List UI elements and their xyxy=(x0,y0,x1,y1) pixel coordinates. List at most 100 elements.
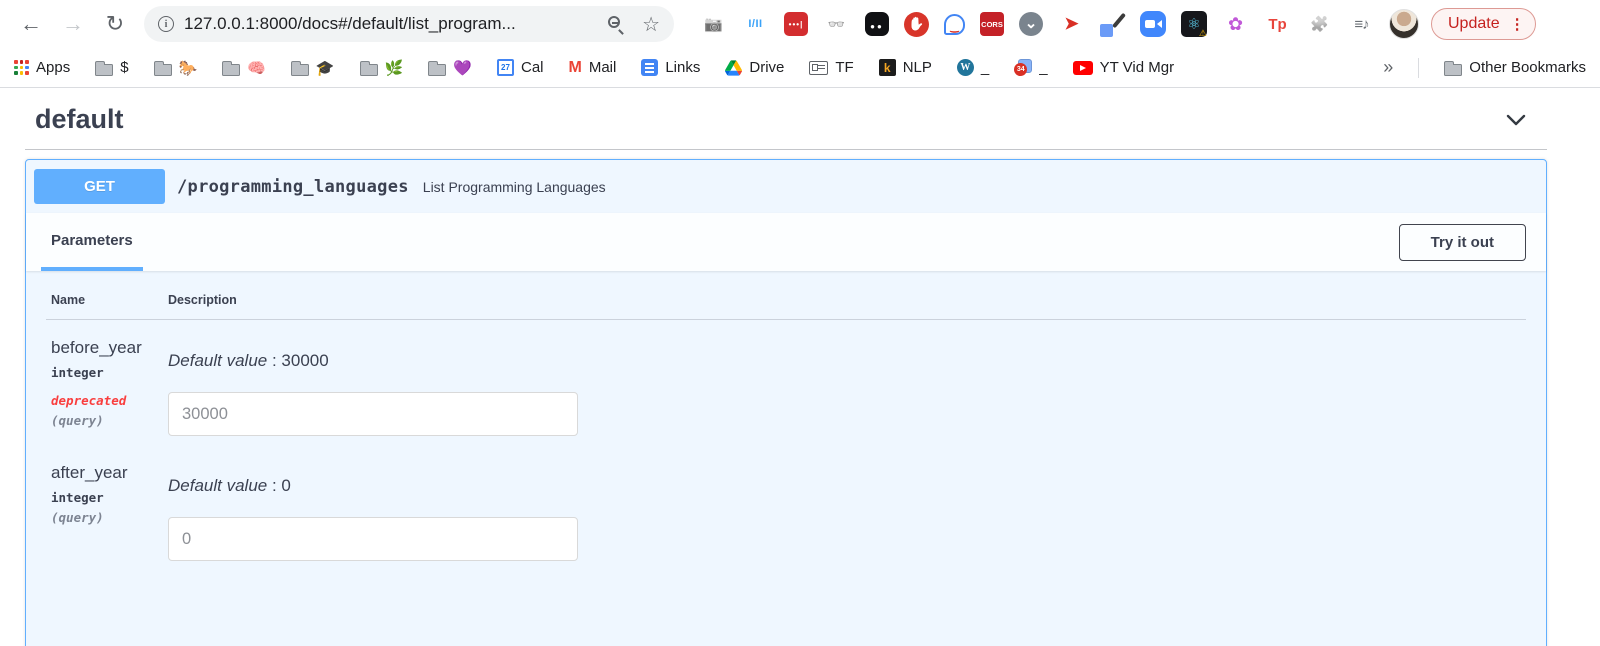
tab-parameters[interactable]: Parameters xyxy=(41,213,143,271)
parameters-table: Name Description before_year integer dep… xyxy=(26,271,1546,583)
bookmark-folder-herb[interactable]: 🌿 xyxy=(360,59,404,77)
bookmarks-bar: Apps $ 🐎 🧠 🎓 🌿 💜 27 Cal M Mail Links Dri… xyxy=(0,48,1600,88)
bookmark-label: TF xyxy=(835,59,853,76)
extensions-puzzle-icon[interactable]: 🧩 xyxy=(1306,11,1333,38)
apps-grid-icon xyxy=(14,60,29,75)
bookmark-label: YT Vid Mgr xyxy=(1100,59,1174,76)
share-arrow-icon[interactable]: ➤ xyxy=(1058,11,1085,38)
bookmark-label: $ xyxy=(120,59,128,76)
section-header-spacer xyxy=(143,213,1399,271)
bookmark-folder-horse[interactable]: 🐎 xyxy=(154,59,198,77)
table-header-row: Name Description xyxy=(46,293,1526,320)
bookmark-links[interactable]: Links xyxy=(641,59,700,76)
bookmark-apps[interactable]: Apps xyxy=(14,59,70,76)
bookmark-label: 💜 xyxy=(453,59,472,77)
before-year-input[interactable] xyxy=(168,392,578,436)
default-value-number: : 30000 xyxy=(267,351,328,370)
description-column-header: Description xyxy=(168,293,1526,307)
bookmark-label: _ xyxy=(981,59,989,76)
bookmark-label: NLP xyxy=(903,59,932,76)
profile-avatar[interactable] xyxy=(1389,9,1419,39)
password-manager-icon[interactable]: •••| xyxy=(784,12,808,36)
tp-icon[interactable]: Tp xyxy=(1264,11,1291,38)
other-bookmarks[interactable]: Other Bookmarks xyxy=(1444,59,1586,76)
react-devtools-icon[interactable]: ⚛ ⚠ xyxy=(1181,11,1207,37)
bookmark-folder-dollar[interactable]: $ xyxy=(95,59,128,76)
tag-section-header[interactable]: default xyxy=(25,88,1547,150)
back-icon[interactable]: ← xyxy=(14,7,48,41)
param-location: (query) xyxy=(51,510,168,525)
bookmark-label: _ xyxy=(1039,59,1047,76)
folder-icon xyxy=(428,64,446,76)
reload-icon[interactable]: ↻ xyxy=(98,7,132,41)
param-name-cell: after_year integer (query) xyxy=(46,463,168,561)
bookmark-folder-heart[interactable]: 💜 xyxy=(428,59,472,77)
chevron-down-icon[interactable] xyxy=(1505,109,1527,131)
bookmark-cal34[interactable]: 34 _ xyxy=(1014,59,1047,76)
after-year-input[interactable] xyxy=(168,517,578,561)
cors-unblock-icon[interactable]: CORS xyxy=(980,12,1004,36)
site-info-icon[interactable]: i xyxy=(158,16,174,32)
glasses-icon[interactable]: 👓 xyxy=(823,11,850,38)
bookmark-label: 🐎 xyxy=(179,59,198,77)
zoom-level-icon[interactable] xyxy=(606,14,626,34)
bookmark-nlp[interactable]: k NLP xyxy=(879,59,932,76)
forward-icon[interactable]: → xyxy=(56,7,90,41)
links-list-icon xyxy=(641,59,658,76)
default-value-line: Default value : 30000 xyxy=(168,351,1526,371)
try-it-out-button[interactable]: Try it out xyxy=(1399,224,1526,261)
parameters-section-header: Parameters Try it out xyxy=(26,213,1546,271)
param-name-cell: before_year integer deprecated (query) xyxy=(46,338,168,436)
zoom-meeting-icon[interactable] xyxy=(1140,11,1166,37)
dark-reader-icon[interactable]: ●● xyxy=(865,12,889,36)
browser-menu-dots-icon[interactable]: ⋮ xyxy=(1510,15,1525,33)
bookmark-tf[interactable]: TF xyxy=(809,59,853,76)
param-name: before_year xyxy=(51,338,168,358)
bookmark-label: Mail xyxy=(589,59,617,76)
default-value-label: Default value xyxy=(168,351,267,370)
flower-icon[interactable]: ✿ xyxy=(1222,11,1249,38)
folder-icon xyxy=(95,64,113,76)
param-name: after_year xyxy=(51,463,168,483)
name-column-header: Name xyxy=(46,293,168,307)
other-bookmarks-label: Other Bookmarks xyxy=(1469,59,1586,76)
folder-icon xyxy=(154,64,172,76)
stop-hand-blocker-icon[interactable]: ✋ xyxy=(904,12,929,37)
wayback-machine-icon[interactable]: I/II xyxy=(742,11,769,38)
bookmark-mail[interactable]: M Mail xyxy=(569,59,617,77)
screenshot-tool-icon[interactable]: 📷 xyxy=(700,11,727,38)
param-type: integer xyxy=(51,490,168,505)
bookmarks-divider xyxy=(1418,58,1419,78)
badge-34: 34 xyxy=(1014,63,1027,76)
swagger-docs-page: default GET /programming_languages List … xyxy=(0,88,1600,646)
pocket-icon[interactable]: ⌄ xyxy=(1019,12,1043,36)
bookmark-label: Links xyxy=(665,59,700,76)
bookmark-folder-brain[interactable]: 🧠 xyxy=(222,59,266,77)
hand-glyph: ✋ xyxy=(908,16,924,32)
default-value-label: Default value xyxy=(168,476,267,495)
param-deprecated-flag: deprecated xyxy=(51,393,168,408)
bookmark-drive[interactable]: Drive xyxy=(725,59,784,76)
update-button[interactable]: Update ⋮ xyxy=(1431,8,1536,40)
wordpress-icon: W xyxy=(957,59,974,76)
update-label: Update xyxy=(1448,15,1500,33)
bookmark-star-icon[interactable]: ☆ xyxy=(642,12,660,37)
folder-icon xyxy=(291,64,309,76)
bookmark-wordpress[interactable]: W _ xyxy=(957,59,989,76)
endpoint-path: /programming_languages xyxy=(165,177,421,197)
endpoint-summary: List Programming Languages xyxy=(421,179,606,195)
address-bar[interactable]: i 127.0.0.1:8000/docs#/default/list_prog… xyxy=(144,6,674,42)
playlist-queue-icon[interactable]: ≡♪ xyxy=(1348,11,1375,38)
param-location: (query) xyxy=(51,413,168,428)
calendar-34-icon: 34 xyxy=(1014,59,1032,76)
bookmark-yt-vid-mgr[interactable]: YT Vid Mgr xyxy=(1073,59,1174,76)
url-text[interactable]: 127.0.0.1:8000/docs#/default/list_progra… xyxy=(184,14,516,34)
opblock-summary[interactable]: GET /programming_languages List Programm… xyxy=(26,160,1546,213)
bookmarks-overflow-icon[interactable]: » xyxy=(1383,57,1393,78)
chat-bubble-icon[interactable]: ‿ xyxy=(944,14,965,35)
folder-icon xyxy=(360,64,378,76)
color-picker-icon[interactable] xyxy=(1100,12,1125,37)
bookmark-folder-gradcap[interactable]: 🎓 xyxy=(291,59,335,77)
warning-glyph: ⚠ xyxy=(1199,28,1207,39)
bookmark-calendar[interactable]: 27 Cal xyxy=(497,59,544,76)
